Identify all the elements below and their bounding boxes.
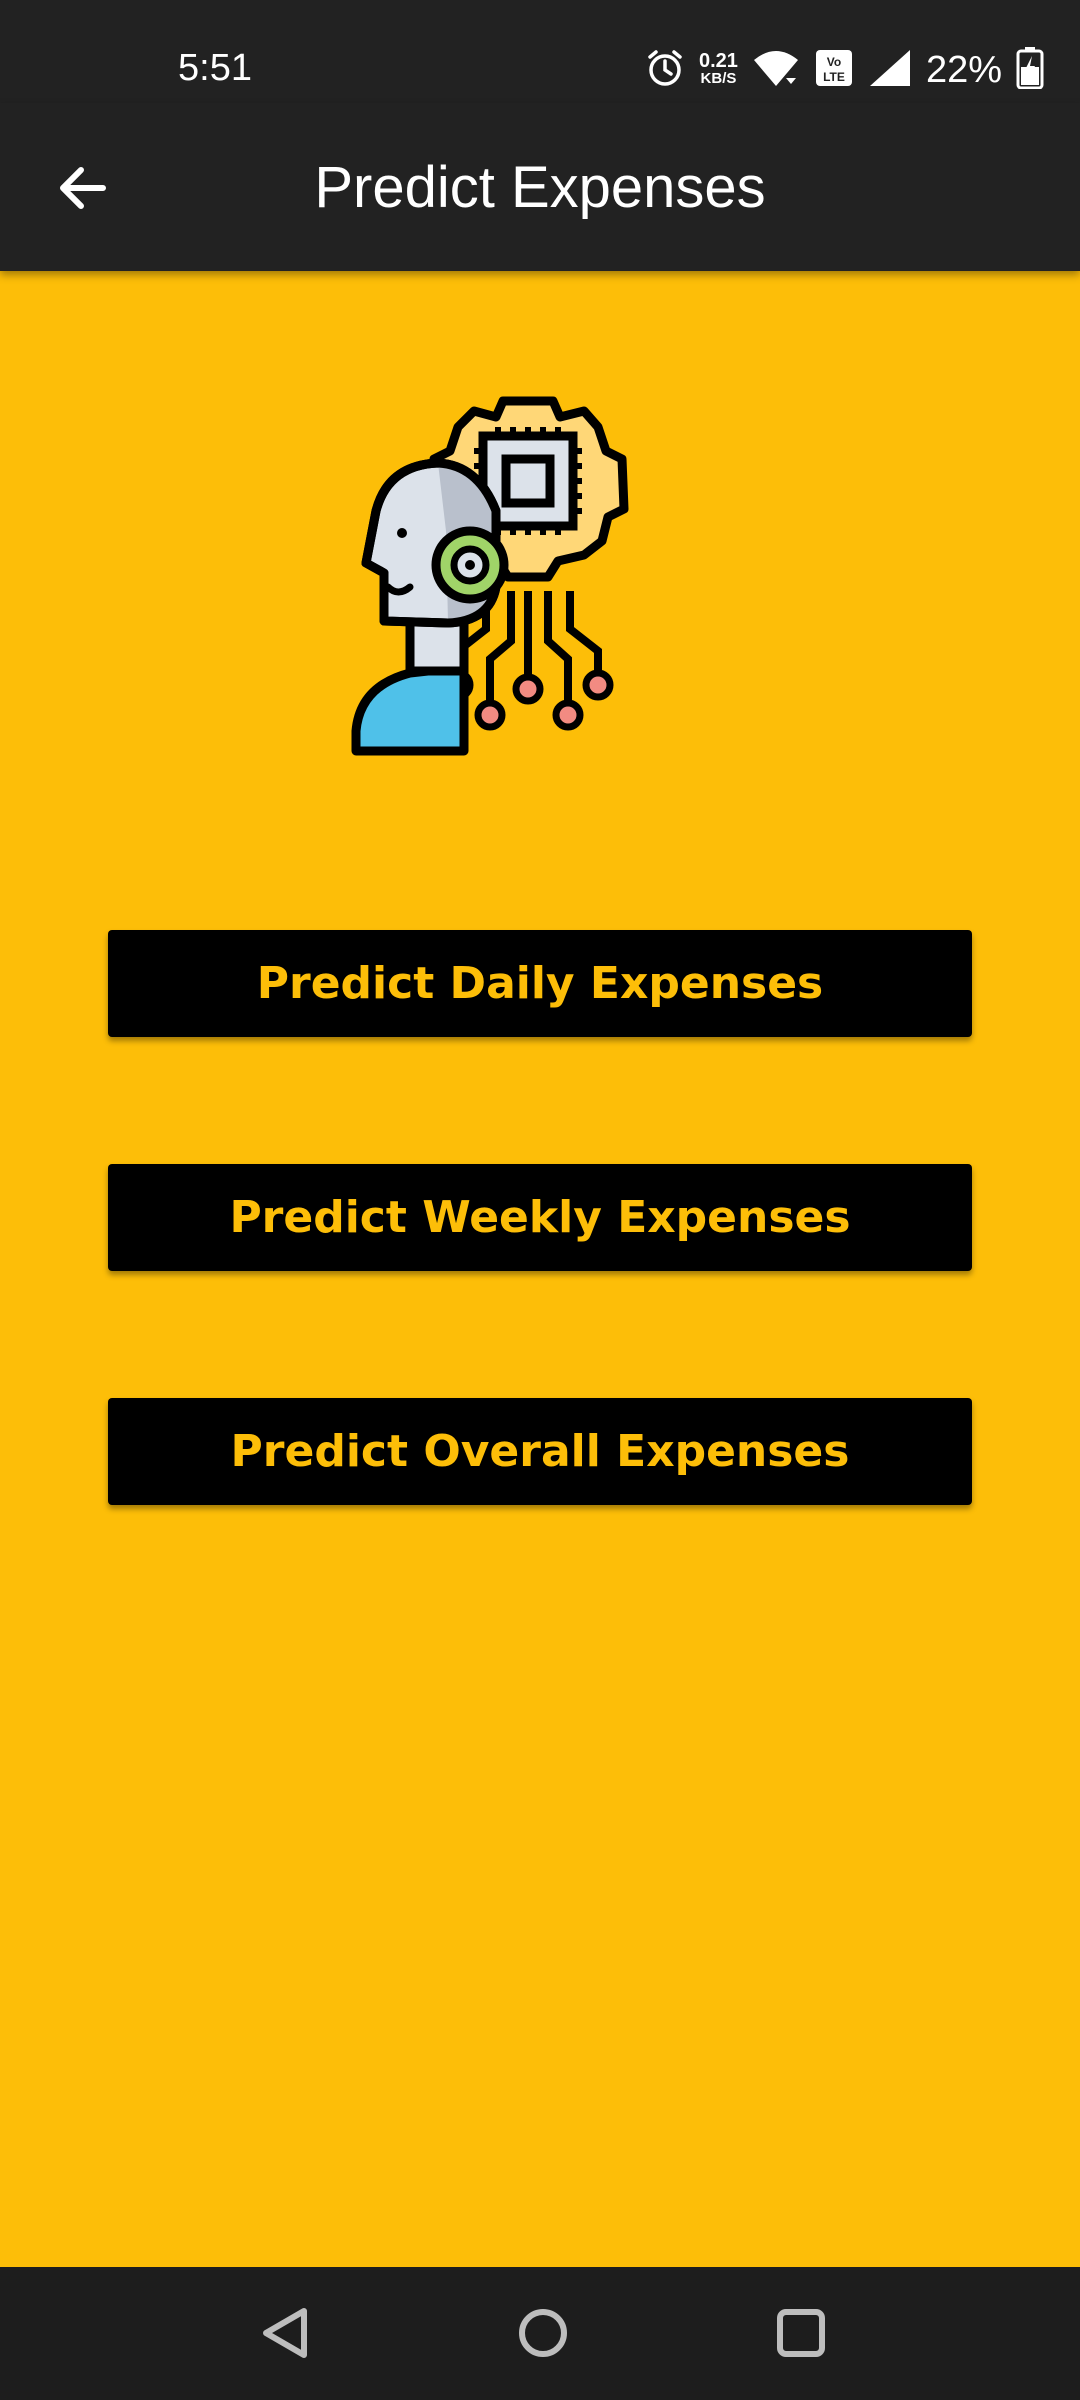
wifi-icon — [752, 48, 800, 93]
battery-charging-icon — [1016, 46, 1044, 94]
status-icons: 0.21 KB/S Vo LTE 22% — [645, 44, 1044, 96]
ai-robot-gear-icon — [348, 381, 728, 761]
predict-overall-button[interactable]: Predict Overall Expenses — [108, 1398, 972, 1505]
predict-daily-button[interactable]: Predict Daily Expenses — [108, 930, 972, 1037]
net-speed-value: 0.21 — [699, 50, 738, 72]
alarm-icon — [645, 48, 685, 93]
nav-back-icon — [263, 2308, 307, 2358]
battery-percent: 22% — [925, 48, 1002, 91]
status-time: 5:51 — [178, 47, 252, 89]
nav-home-icon — [519, 2309, 567, 2357]
nav-recents-icon — [777, 2309, 825, 2357]
predict-weekly-button[interactable]: Predict Weekly Expenses — [108, 1164, 972, 1271]
status-bar: 5:51 0.21 KB/S Vo LTE 22% — [0, 0, 1080, 103]
nav-home-button[interactable] — [507, 2297, 579, 2369]
net-speed: 0.21 KB/S — [699, 50, 738, 88]
net-speed-unit: KB/S — [700, 70, 737, 87]
page-title: Predict Expenses — [314, 155, 766, 220]
svg-text:LTE: LTE — [823, 70, 845, 84]
svg-text:Vo: Vo — [827, 55, 841, 69]
signal-icon — [868, 48, 912, 93]
main-content: Predict Daily Expenses Predict Weekly Ex… — [0, 271, 1080, 2267]
nav-recents-button[interactable] — [765, 2297, 837, 2369]
app-bar: Predict Expenses — [0, 103, 1080, 271]
nav-back-button[interactable] — [250, 2297, 322, 2369]
system-nav-bar — [0, 2267, 1080, 2400]
volte-icon: Vo LTE — [814, 48, 854, 93]
